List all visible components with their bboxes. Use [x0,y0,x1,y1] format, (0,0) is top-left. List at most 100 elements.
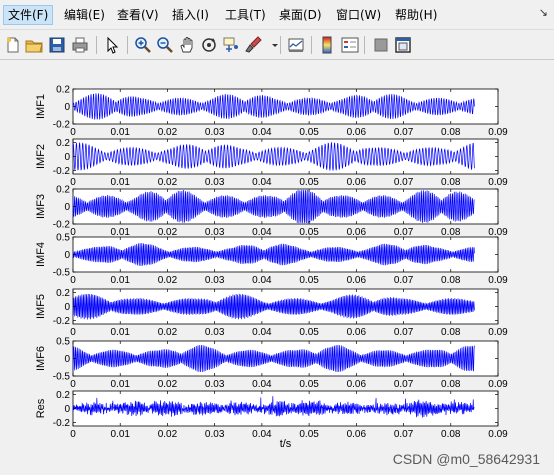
x-tick-label: 0.06 [347,177,367,188]
y-tick-label: 0 [64,404,70,415]
x-tick-label: 0.09 [488,275,508,286]
menu-desktop[interactable]: 桌面(D) [275,5,326,25]
x-tick-label: 0.02 [158,177,178,188]
link-plot-icon[interactable] [286,35,306,55]
x-tick-label: 0.05 [299,275,319,286]
show-plot-tools-icon[interactable] [393,35,413,55]
x-tick-label: 0.02 [158,379,178,390]
x-tick-label: 0.06 [347,327,367,338]
x-tick-label: 0.05 [299,327,319,338]
x-tick-label: 0.04 [252,227,272,238]
print-icon[interactable] [70,35,90,55]
x-tick-label: 0.03 [205,379,225,390]
y-tick-label: 0.2 [56,288,70,299]
toolbar-separator [311,36,312,54]
zoom-in-icon[interactable] [133,35,153,55]
y-tick-label: 0.5 [56,233,70,244]
x-tick-label: 0.04 [252,379,272,390]
y-tick-label: 0.2 [56,138,70,149]
x-tick-label: 0.03 [205,429,225,440]
open-folder-icon[interactable] [24,35,44,55]
x-tick-label: 0.03 [205,275,225,286]
x-tick-label: 0.09 [488,379,508,390]
menu-edit[interactable]: 编辑(E) [60,5,109,25]
x-tick-label: 0.08 [441,327,461,338]
brush-icon[interactable] [243,35,263,55]
x-tick-label: 0.01 [110,227,130,238]
toolbar-separator [280,36,281,54]
x-tick-label: 0 [70,327,76,338]
x-tick-label: 0.07 [394,227,414,238]
menu-tools[interactable]: 工具(T) [221,5,270,25]
y-tick-label: 0 [64,354,70,365]
y-axis-label: IMF1 [35,94,47,119]
x-tick-label: 0.06 [347,275,367,286]
new-file-icon[interactable] [3,35,23,55]
menu-window[interactable]: 窗口(W) [332,5,385,25]
x-tick-label: 0.04 [252,127,272,138]
menu-insert[interactable]: 插入(I) [168,5,213,25]
x-tick-label: 0 [70,275,76,286]
y-axis-label: IMF3 [35,194,47,219]
x-tick-label: 0.04 [252,177,272,188]
x-tick-label: 0.05 [299,127,319,138]
x-tick-label: 0 [70,379,76,390]
y-tick-label: 0 [64,302,70,313]
menu-help[interactable]: 帮助(H) [391,5,441,25]
x-tick-label: 0.04 [252,275,272,286]
menu-bar: 文件(F) 编辑(E) 查看(V) 插入(I) 工具(T) 桌面(D) 窗口(W… [0,0,554,30]
x-tick-label: 0.08 [441,275,461,286]
y-axis-label: IMF5 [35,294,47,319]
x-tick-label: 0.04 [252,429,272,440]
x-tick-label: 0.02 [158,429,178,440]
pointer-icon[interactable] [102,35,122,55]
x-tick-label: 0.01 [110,177,130,188]
x-tick-label: 0.05 [299,379,319,390]
brush-dropdown-icon[interactable] [265,35,278,55]
y-axis-label: IMF6 [35,346,47,371]
x-tick-label: 0.09 [488,127,508,138]
y-tick-label: 0.2 [56,85,70,96]
y-tick-label: 0.2 [56,185,70,196]
hide-plot-tools-icon[interactable] [371,35,391,55]
dock-arrow-icon[interactable]: ↘ [539,6,548,19]
toolbar-separator [364,36,365,54]
y-tick-label: -0.2 [53,220,71,231]
data-cursor-icon[interactable] [221,35,241,55]
x-tick-label: 0.02 [158,127,178,138]
y-tick-label: 0 [64,250,70,261]
x-tick-label: 0.09 [488,429,508,440]
x-tick-label: 0.08 [441,177,461,188]
x-tick-label: 0.02 [158,275,178,286]
colorbar-icon[interactable] [317,35,337,55]
pan-hand-icon[interactable] [177,35,197,55]
legend-icon[interactable] [340,35,360,55]
menu-view[interactable]: 查看(V) [113,5,163,25]
x-axis-label: t/s [280,438,292,450]
x-tick-label: 0.09 [488,177,508,188]
x-tick-label: 0.07 [394,177,414,188]
x-tick-label: 0 [70,177,76,188]
zoom-out-icon[interactable] [155,35,175,55]
x-tick-label: 0.01 [110,327,130,338]
x-tick-label: 0.03 [205,177,225,188]
x-tick-label: 0.03 [205,227,225,238]
y-tick-label: -0.2 [53,120,71,131]
y-tick-label: 0 [64,202,70,213]
x-tick-label: 0 [70,227,76,238]
x-tick-label: 0.08 [441,127,461,138]
y-tick-label: -0.5 [53,372,71,383]
x-tick-label: 0.06 [347,429,367,440]
y-tick-label: -0.2 [53,418,71,429]
save-icon[interactable] [47,35,67,55]
x-tick-label: 0.05 [299,177,319,188]
x-tick-label: 0.02 [158,327,178,338]
y-tick-label: 0.2 [56,390,70,401]
x-tick-label: 0.05 [299,227,319,238]
watermark-text: CSDN @m0_58642931 [392,451,540,467]
rotate-3d-icon[interactable] [199,35,219,55]
menu-file[interactable]: 文件(F) [3,5,54,25]
figure-area: 0.2 0 -0.2 0 0.01 0.02 0.03 0.04 0.05 0.06 0.07 0.0… [2,61,550,471]
toolbar-separator [96,36,97,54]
x-tick-label: 0.06 [347,379,367,390]
